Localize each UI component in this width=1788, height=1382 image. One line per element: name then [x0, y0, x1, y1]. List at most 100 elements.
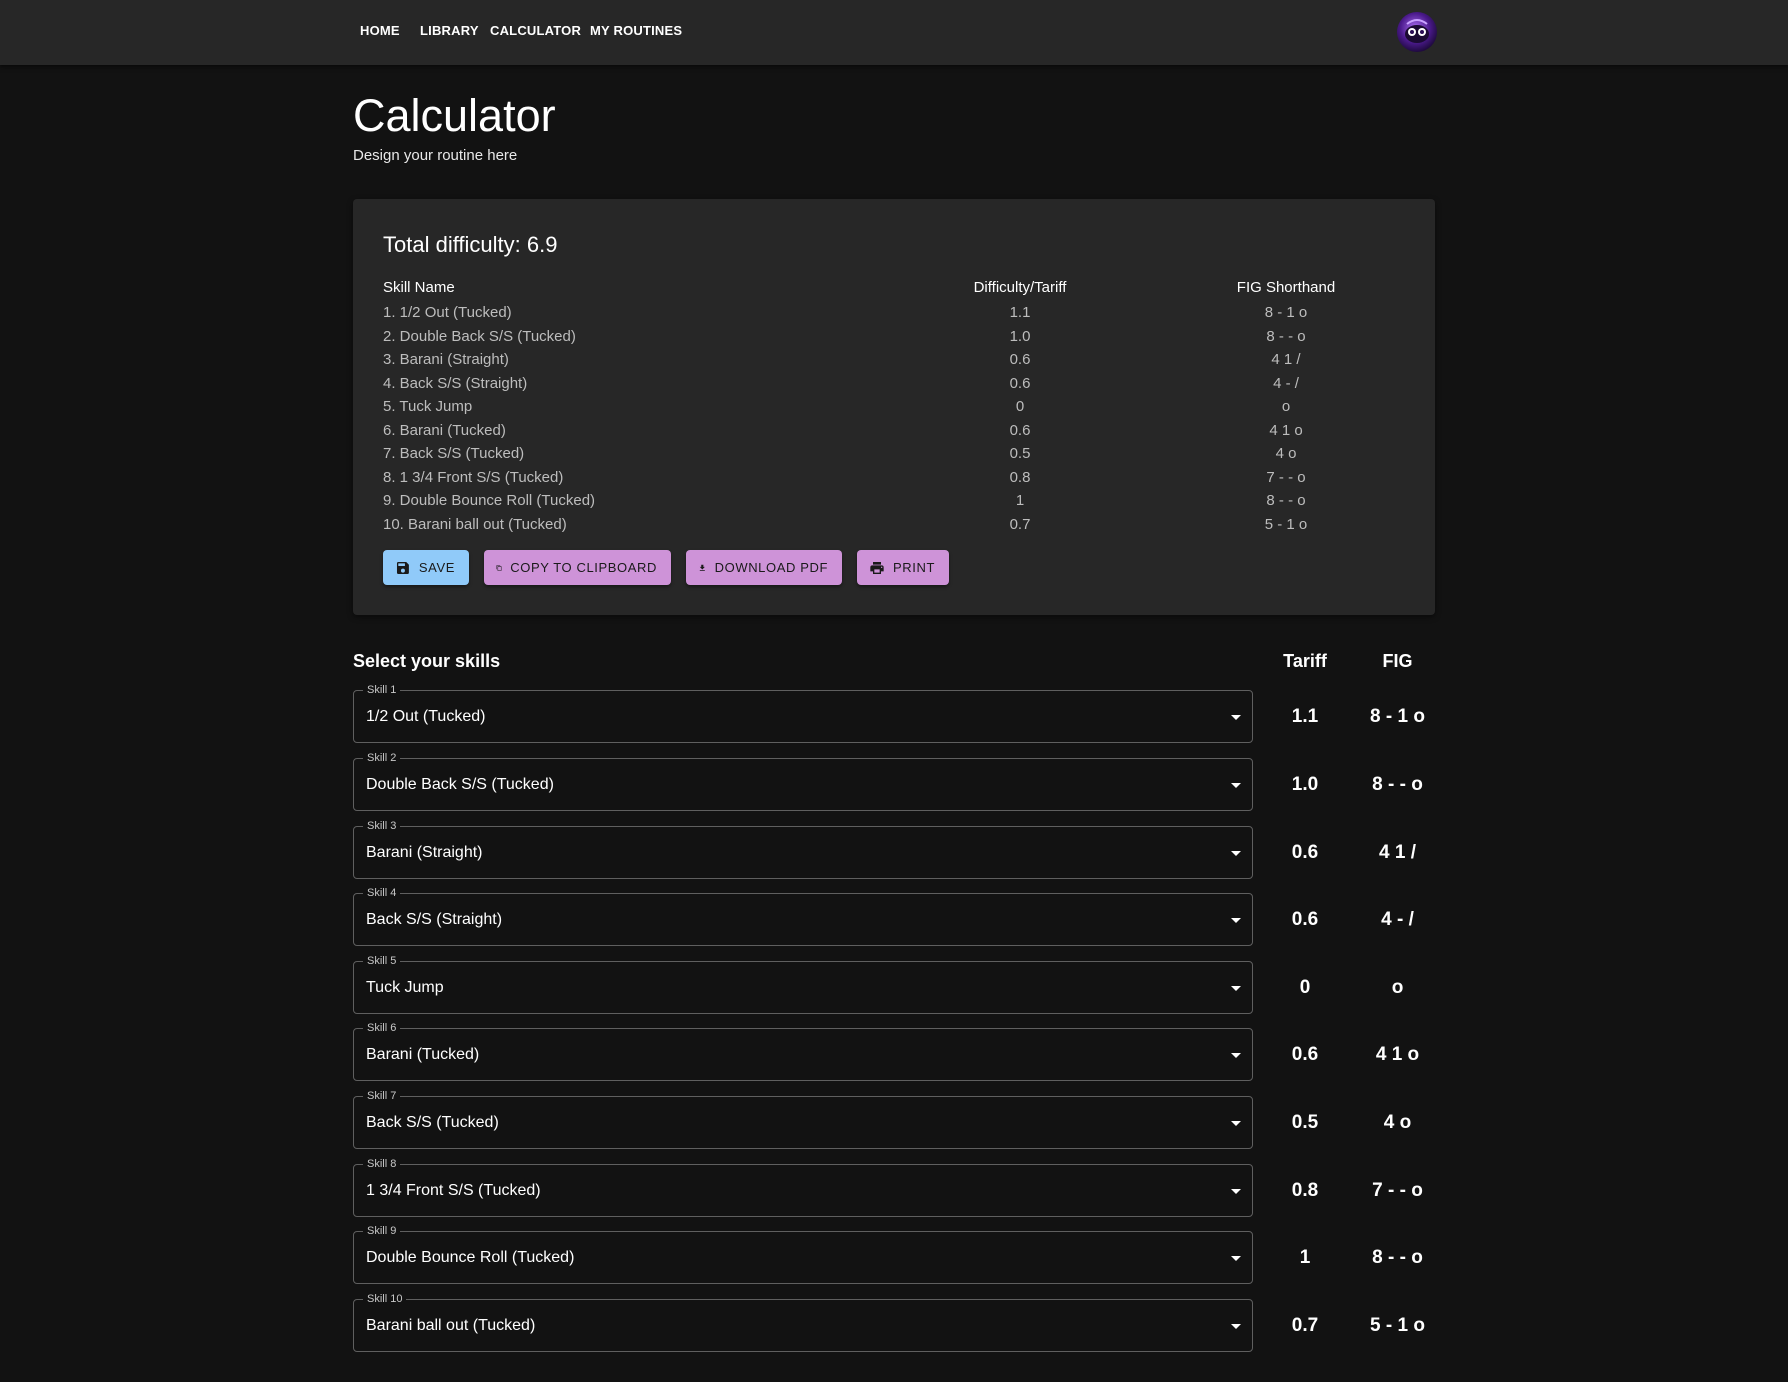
- copy-icon: [496, 564, 502, 571]
- skill-select-label: Skill 8: [363, 1156, 401, 1172]
- nav-link-my-routines[interactable]: MY ROUTINES: [590, 23, 682, 38]
- skill-select-3[interactable]: Skill 3 Barani (Straight): [353, 818, 1253, 879]
- fig-column-header: FIG: [1382, 651, 1413, 671]
- row-difficulty: 0.8: [1009, 468, 1031, 486]
- skill-tariff: 1.0: [1291, 774, 1319, 795]
- skill-select-value: Barani ball out (Tucked): [366, 1317, 536, 1334]
- dropdown-arrow-icon[interactable]: [1231, 783, 1241, 788]
- row-difficulty: 1: [1015, 492, 1025, 509]
- skill-select-8[interactable]: Skill 8 1 3/4 Front S/S (Tucked): [353, 1156, 1253, 1217]
- skill-select-1[interactable]: Skill 1 1/2 Out (Tucked): [353, 682, 1253, 743]
- row-skill-name: 8. 1 3/4 Front S/S (Tucked): [383, 468, 564, 486]
- skill-select-value: Double Bounce Roll (Tucked): [366, 1249, 575, 1266]
- skill-tariff: 0.7: [1291, 1315, 1319, 1336]
- dropdown-arrow-icon[interactable]: [1231, 715, 1241, 720]
- skill-select-value: Barani (Tucked): [366, 1046, 480, 1063]
- download-icon: [699, 564, 705, 571]
- table-row: 1. 1/2 Out (Tucked) 1.1 8 - 1 o: [353, 304, 1435, 327]
- nav-link-library[interactable]: LIBRARY: [420, 23, 479, 38]
- tariff-column-header: Tariff: [1283, 651, 1327, 671]
- routine-summary-card: Total difficulty: 6.9 Skill Name Difficu…: [353, 199, 1435, 615]
- avatar-icon[interactable]: [1397, 12, 1437, 52]
- row-skill-name: 6. Barani (Tucked): [383, 421, 506, 439]
- skill-fig: 7 - - o: [1372, 1180, 1423, 1201]
- table-row: 2. Double Back S/S (Tucked) 1.0 8 - - o: [353, 328, 1435, 351]
- page-title: Calculator: [353, 90, 556, 141]
- download-pdf-label: DOWNLOAD PDF: [714, 560, 828, 575]
- skill-fig: 4 1 /: [1379, 842, 1416, 863]
- table-row: 4. Back S/S (Straight) 0.6 4 - /: [353, 375, 1435, 398]
- save-button[interactable]: SAVE: [383, 550, 469, 585]
- dropdown-arrow-icon[interactable]: [1231, 1189, 1241, 1194]
- row-skill-name: 10. Barani ball out (Tucked): [383, 515, 567, 533]
- total-difficulty: Total difficulty: 6.9: [383, 232, 558, 257]
- skill-select-4[interactable]: Skill 4 Back S/S (Straight): [353, 885, 1253, 946]
- table-row: 3. Barani (Straight) 0.6 4 1 /: [353, 351, 1435, 374]
- skill-fig: 4 1 o: [1375, 1044, 1420, 1065]
- table-row: 10. Barani ball out (Tucked) 0.7 5 - 1 o: [353, 516, 1435, 539]
- copy-button-label: COPY TO CLIPBOARD: [510, 560, 657, 575]
- dropdown-arrow-icon[interactable]: [1231, 1053, 1241, 1058]
- row-skill-name: 2. Double Back S/S (Tucked): [383, 327, 576, 345]
- dropdown-arrow-icon[interactable]: [1231, 986, 1241, 991]
- row-difficulty: 0.6: [1009, 374, 1031, 392]
- dropdown-arrow-icon[interactable]: [1231, 1256, 1241, 1261]
- skill-select-label: Skill 5: [363, 953, 401, 969]
- dropdown-arrow-icon[interactable]: [1231, 918, 1241, 923]
- skill-select-9[interactable]: Skill 9 Double Bounce Roll (Tucked): [353, 1223, 1253, 1284]
- row-skill-name: 4. Back S/S (Straight): [383, 374, 528, 392]
- skill-tariff: 0.6: [1291, 1044, 1319, 1065]
- row-fig: 7 - - o: [1266, 468, 1306, 486]
- row-skill-name: 3. Barani (Straight): [383, 351, 509, 368]
- dropdown-arrow-icon[interactable]: [1231, 1324, 1241, 1329]
- skill-select-5[interactable]: Skill 5 Tuck Jump: [353, 953, 1253, 1014]
- row-difficulty: 0.6: [1009, 421, 1031, 439]
- table-row: 5. Tuck Jump 0 o: [353, 398, 1435, 421]
- dropdown-arrow-icon[interactable]: [1231, 851, 1241, 856]
- row-difficulty: 1.1: [1009, 304, 1031, 321]
- print-icon: [870, 561, 884, 574]
- save-icon: [396, 561, 409, 574]
- download-pdf-button[interactable]: DOWNLOAD PDF: [686, 550, 842, 585]
- row-fig: 8 - 1 o: [1264, 304, 1308, 321]
- skill-select-label: Skill 3: [363, 818, 401, 834]
- nav-link-calculator[interactable]: CALCULATOR: [490, 23, 581, 38]
- row-fig: 4 - /: [1273, 374, 1299, 392]
- skill-tariff: 0.8: [1291, 1180, 1319, 1201]
- header-skill-name: Skill Name: [383, 279, 455, 296]
- save-button-label: SAVE: [418, 560, 455, 575]
- dropdown-arrow-icon[interactable]: [1231, 1121, 1241, 1126]
- skill-select-label: Skill 1: [363, 682, 401, 698]
- row-fig: 4 1 o: [1269, 421, 1303, 439]
- row-difficulty: 0.6: [1009, 351, 1031, 368]
- nav-link-home[interactable]: HOME: [360, 23, 400, 38]
- skill-select-label: Skill 6: [363, 1020, 401, 1036]
- skill-tariff: 0.5: [1291, 1112, 1319, 1133]
- row-skill-name: 9. Double Bounce Roll (Tucked): [383, 492, 596, 509]
- skill-select-10[interactable]: Skill 10 Barani ball out (Tucked): [353, 1291, 1253, 1352]
- skill-tariff: 0.6: [1291, 842, 1319, 863]
- skill-select-7[interactable]: Skill 7 Back S/S (Tucked): [353, 1088, 1253, 1149]
- skill-fig: 4 - /: [1381, 909, 1414, 930]
- copy-to-clipboard-button[interactable]: COPY TO CLIPBOARD: [484, 550, 671, 585]
- row-difficulty: 0.7: [1009, 515, 1031, 533]
- skill-fig: 8 - - o: [1372, 1247, 1423, 1268]
- skill-fig: 5 - 1 o: [1370, 1315, 1425, 1336]
- skill-select-2[interactable]: Skill 2 Double Back S/S (Tucked): [353, 750, 1253, 811]
- row-difficulty: 1.0: [1009, 327, 1031, 345]
- skill-select-value: Barani (Straight): [366, 844, 483, 861]
- row-skill-name: 7. Back S/S (Tucked): [383, 445, 525, 462]
- skill-select-value: Double Back S/S (Tucked): [366, 776, 554, 793]
- skill-select-6[interactable]: Skill 6 Barani (Tucked): [353, 1020, 1253, 1081]
- row-fig: 5 - 1 o: [1264, 515, 1308, 533]
- skill-tariff: 1.1: [1291, 706, 1319, 727]
- print-button[interactable]: PRINT: [857, 550, 949, 585]
- skill-tariff: 0.6: [1291, 909, 1319, 930]
- row-difficulty: 0.5: [1009, 445, 1031, 462]
- print-button-label: PRINT: [893, 560, 935, 575]
- skill-fig: 4 o: [1383, 1112, 1412, 1133]
- row-skill-name: 1. 1/2 Out (Tucked): [383, 304, 512, 321]
- page-subtitle: Design your routine here: [353, 147, 518, 164]
- row-fig: 8 - - o: [1266, 492, 1306, 509]
- skill-select-label: Skill 4: [363, 885, 401, 901]
